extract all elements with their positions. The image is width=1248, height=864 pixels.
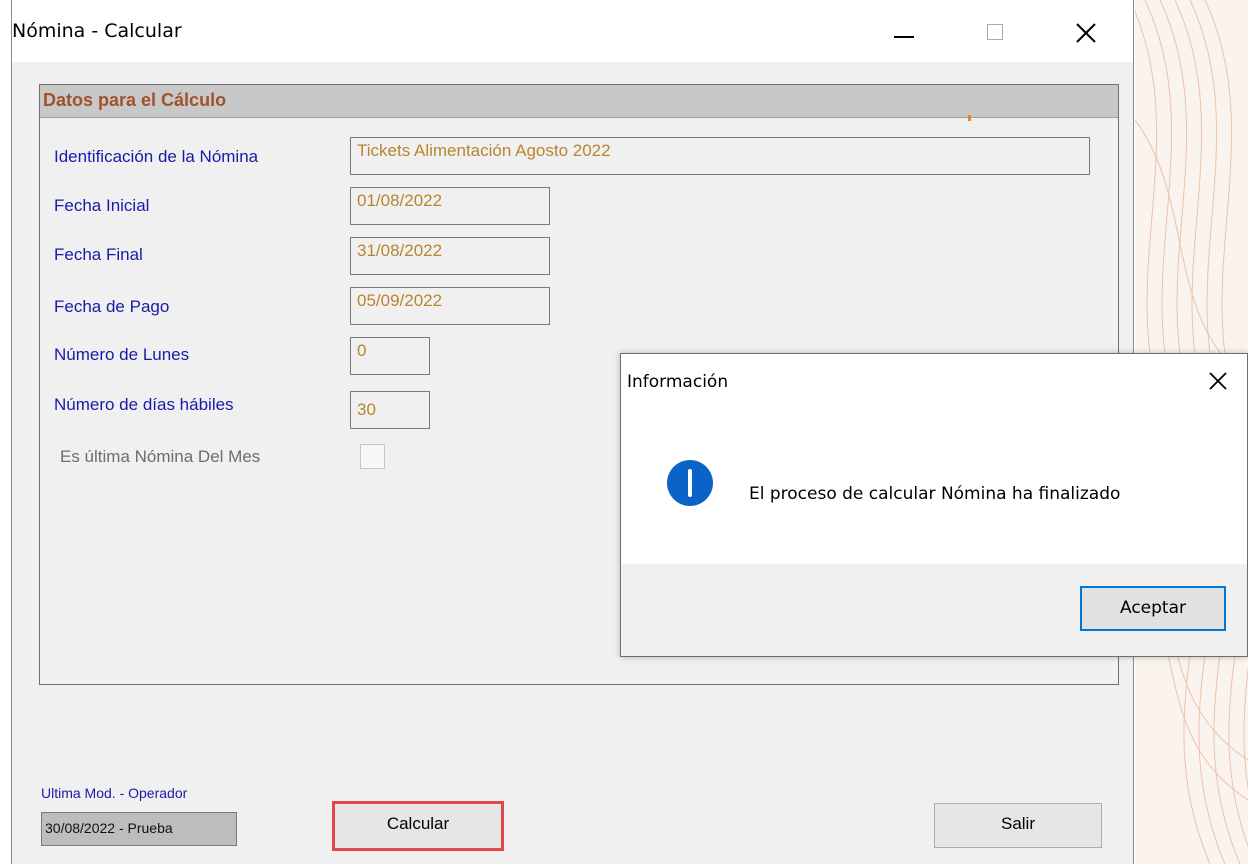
orange-marker bbox=[968, 115, 971, 121]
close-icon bbox=[1076, 23, 1096, 43]
fecha-pago-field[interactable]: 05/09/2022 bbox=[350, 287, 550, 325]
numero-lunes-label: Número de Lunes bbox=[54, 345, 190, 364]
last-mod-label: Ultima Mod. - Operador bbox=[41, 785, 188, 801]
info-dialog: Información El proceso de calcular Nómin… bbox=[620, 353, 1248, 657]
title-bar: Nómina - Calcular bbox=[12, 0, 1133, 62]
dialog-footer: Aceptar bbox=[621, 564, 1247, 656]
identificacion-field[interactable]: Tickets Alimentación Agosto 2022 bbox=[350, 137, 1090, 175]
ultima-nomina-checkbox[interactable] bbox=[360, 444, 385, 469]
last-mod-value: 30/08/2022 - Prueba bbox=[41, 812, 237, 846]
salir-button[interactable]: Salir bbox=[934, 803, 1102, 848]
fecha-inicial-field[interactable]: 01/08/2022 bbox=[350, 187, 550, 225]
dialog-close-button[interactable] bbox=[1207, 370, 1237, 400]
fecha-inicial-label: Fecha Inicial bbox=[54, 196, 150, 215]
minimize-icon bbox=[894, 36, 914, 38]
minimize-button[interactable] bbox=[882, 10, 932, 52]
dialog-body: El proceso de calcular Nómina ha finaliz… bbox=[621, 416, 1247, 566]
close-button[interactable] bbox=[1067, 10, 1117, 52]
numero-dias-field[interactable]: 30 bbox=[350, 391, 430, 429]
maximize-button[interactable] bbox=[977, 10, 1027, 52]
maximize-icon bbox=[987, 24, 1003, 40]
window-title: Nómina - Calcular bbox=[12, 20, 182, 42]
identificacion-label: Identificación de la Nómina bbox=[54, 147, 259, 166]
fecha-final-label: Fecha Final bbox=[54, 245, 143, 264]
ultima-nomina-label: Es última Nómina Del Mes bbox=[60, 447, 261, 466]
info-icon bbox=[667, 460, 713, 506]
fecha-pago-label: Fecha de Pago bbox=[54, 297, 170, 316]
info-icon-stem bbox=[688, 469, 692, 497]
close-icon bbox=[1209, 372, 1227, 390]
group-header: Datos para el Cálculo bbox=[40, 85, 1118, 121]
numero-dias-label: Número de días hábiles bbox=[54, 395, 234, 414]
group-title: Datos para el Cálculo bbox=[43, 90, 227, 110]
dialog-message: El proceso de calcular Nómina ha finaliz… bbox=[749, 484, 1121, 504]
fecha-final-field[interactable]: 31/08/2022 bbox=[350, 237, 550, 275]
aceptar-button[interactable]: Aceptar bbox=[1080, 586, 1226, 631]
numero-lunes-field[interactable]: 0 bbox=[350, 337, 430, 375]
calcular-button[interactable]: Calcular bbox=[332, 801, 504, 851]
dialog-title: Información bbox=[627, 372, 729, 392]
